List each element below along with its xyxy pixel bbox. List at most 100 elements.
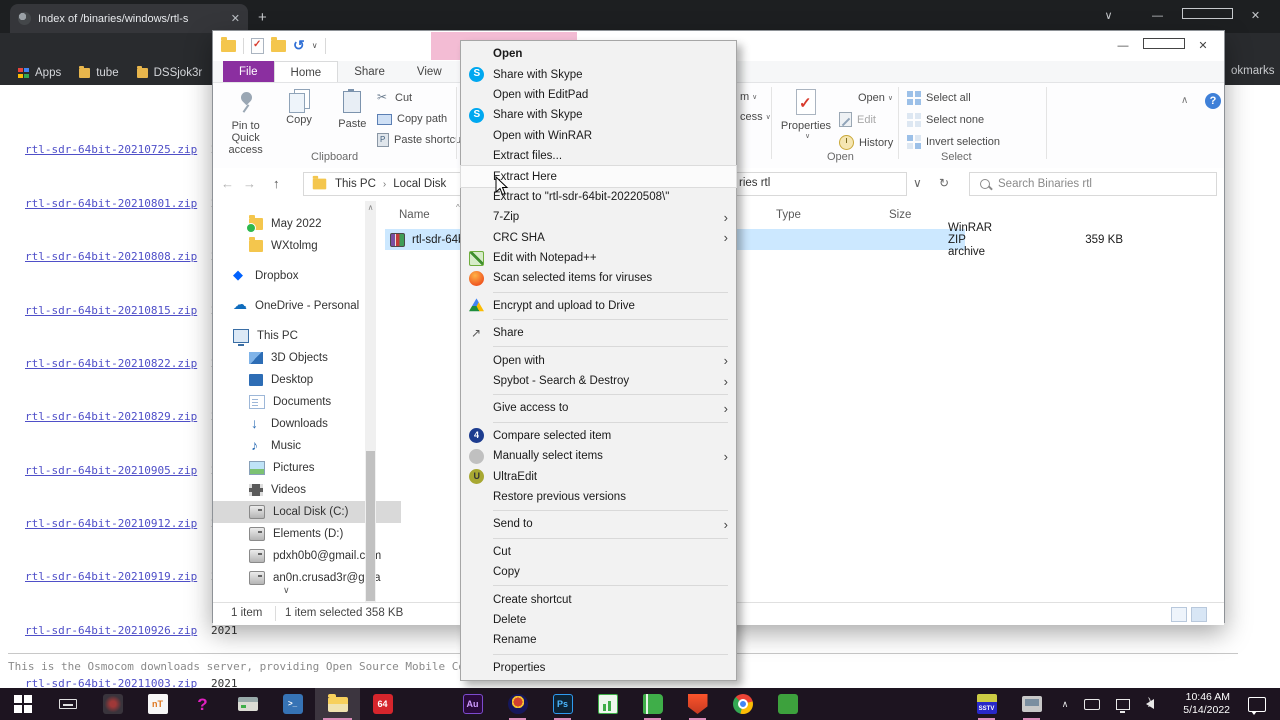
ftp-file-link[interactable]: rtl-sdr-64bit-20210815.zip — [25, 304, 211, 317]
sidebar-scroll-down-icon[interactable]: ∨ — [283, 585, 290, 596]
ribbon-button[interactable]: Copy path — [377, 112, 464, 125]
browser-restore-button[interactable] — [1182, 0, 1231, 33]
breadcrumb-item[interactable]: This PC — [335, 178, 376, 190]
ribbon-button[interactable]: m ∨ — [740, 91, 771, 103]
context-menu-item[interactable]: Copy › — [461, 562, 736, 582]
sidebar-item[interactable]: This PC — [213, 325, 385, 347]
context-menu-item[interactable]: Cut › — [461, 542, 736, 562]
properties-check-icon[interactable] — [251, 38, 264, 54]
other-bookmarks-label[interactable]: okmarks — [1231, 65, 1274, 77]
ribbon-button[interactable]: Paste — [326, 89, 379, 159]
ftp-file-link[interactable]: rtl-sdr-64bit-20210905.zip — [25, 464, 211, 477]
properties-button[interactable]: Properties ∨ — [779, 89, 833, 140]
ftp-file-link[interactable]: rtl-sdr-64bit-20210801.zip — [25, 197, 211, 210]
collapse-ribbon-icon[interactable]: ∧ — [1181, 95, 1188, 106]
volume-icon[interactable] — [1146, 699, 1154, 709]
context-menu-item[interactable]: Share with Skype › — [461, 105, 736, 125]
sidebar-item[interactable]: Dropbox — [213, 265, 385, 287]
breadcrumb-tail[interactable]: ries rtl — [739, 177, 770, 189]
taskbar-app-button[interactable]: SSTV — [964, 688, 1009, 720]
context-menu-item[interactable]: Rename › — [461, 630, 736, 650]
ftp-file-link[interactable]: rtl-sdr-64bit-20210808.zip — [25, 250, 211, 263]
taskbar-app-button[interactable] — [0, 688, 45, 720]
address-dropdown-icon[interactable]: ∨ — [913, 176, 922, 190]
icons-view-toggle[interactable] — [1191, 607, 1207, 622]
taskbar-app-button[interactable] — [45, 688, 90, 720]
taskbar-app-button[interactable]: >_ — [270, 688, 315, 720]
browser-close-button[interactable]: ✕ — [1231, 0, 1280, 33]
ribbon-tab[interactable]: View — [401, 61, 458, 82]
context-menu-item[interactable]: Send to › — [461, 514, 736, 534]
ribbon-button[interactable]: Invert selection — [907, 135, 1000, 149]
context-menu-item[interactable]: UltraEdit › — [461, 466, 736, 486]
context-menu-item[interactable]: Restore previous versions › — [461, 487, 736, 507]
taskbar-app-button[interactable]: Ps — [540, 688, 585, 720]
column-header-type[interactable]: Type — [776, 209, 801, 221]
sidebar-scrollbar[interactable]: ∧ — [365, 201, 376, 602]
search-input[interactable]: Search Binaries rtl — [969, 172, 1217, 196]
context-menu-item[interactable]: 7-Zip › — [461, 207, 736, 227]
customize-toolbar-icon[interactable]: ∨ — [312, 41, 318, 50]
bookmark-item[interactable]: Apps — [18, 67, 61, 79]
ribbon-button[interactable]: Pin to Quick access — [219, 89, 272, 159]
context-menu-item[interactable]: Open with › — [461, 350, 736, 370]
ftp-file-link[interactable]: rtl-sdr-64bit-20210829.zip — [25, 410, 211, 423]
ribbon-button[interactable]: Select none — [907, 113, 1000, 127]
explorer-minimize-button[interactable]: — — [1103, 31, 1143, 61]
nav-back-icon[interactable]: ← — [221, 176, 234, 191]
explorer-maximize-button[interactable] — [1143, 31, 1183, 61]
taskbar-app-button[interactable] — [630, 688, 675, 720]
ribbon-button[interactable]: Edit ∨ — [839, 112, 901, 127]
taskbar-app-button[interactable] — [720, 688, 765, 720]
nav-forward-icon[interactable]: → — [243, 176, 256, 191]
context-menu-item[interactable]: Extract files... › — [461, 146, 736, 166]
ftp-file-link[interactable]: rtl-sdr-64bit-20210822.zip — [25, 357, 211, 370]
ribbon-button[interactable]: Copy — [272, 89, 325, 159]
context-menu-item[interactable]: Share with Skype › — [461, 64, 736, 84]
context-menu-item[interactable]: Create shortcut › — [461, 589, 736, 609]
taskbar-app-button[interactable] — [495, 688, 540, 720]
undo-icon[interactable]: ↺ — [293, 37, 305, 54]
scroll-up-icon[interactable]: ∧ — [366, 203, 375, 212]
context-menu-item[interactable]: Open with EditPad › — [461, 85, 736, 105]
refresh-icon[interactable]: ↻ — [939, 176, 949, 190]
tab-search-icon[interactable]: ∨ — [1084, 0, 1133, 33]
taskbar-app-button[interactable] — [225, 688, 270, 720]
tray-device-icon[interactable] — [1084, 699, 1100, 710]
taskbar-app-button[interactable]: Au — [450, 688, 495, 720]
taskbar-app-button[interactable] — [405, 688, 450, 720]
ribbon-button[interactable]: cess ∨ — [740, 111, 771, 123]
context-menu-item[interactable]: Compare selected item › — [461, 426, 736, 446]
context-menu-item[interactable]: Share › — [461, 323, 736, 343]
help-icon[interactable]: ? — [1205, 93, 1221, 109]
taskbar-app-button[interactable]: ? — [180, 688, 225, 720]
taskbar-app-button[interactable]: 64 — [360, 688, 405, 720]
bookmark-item[interactable]: tube — [79, 67, 118, 79]
ftp-file-link[interactable]: rtl-sdr-64bit-20210919.zip — [25, 570, 211, 583]
taskbar-app-button[interactable] — [675, 688, 720, 720]
context-menu-item[interactable]: Manually select items › — [461, 446, 736, 466]
ribbon-button[interactable]: Paste shortcut — [377, 133, 464, 147]
taskbar-clock[interactable]: 10:46 AM 5/14/2022 — [1168, 691, 1230, 717]
context-menu-item[interactable]: Scan selected items for viruses › — [461, 268, 736, 288]
folder-icon[interactable] — [221, 40, 236, 52]
ftp-file-link[interactable]: rtl-sdr-64bit-20210725.zip — [25, 143, 211, 156]
context-menu-item[interactable]: Open › — [461, 44, 736, 64]
ribbon-tab[interactable]: Home — [274, 61, 339, 82]
ribbon-button[interactable]: Open ∨ — [839, 91, 901, 104]
context-menu-item[interactable]: Encrypt and upload to Drive › — [461, 296, 736, 316]
ribbon-tab[interactable]: Share — [338, 61, 401, 82]
sidebar-item[interactable]: OneDrive - Personal — [213, 295, 385, 317]
bookmark-item[interactable]: DSSjok3r — [137, 67, 203, 79]
taskbar-app-button[interactable] — [1009, 688, 1054, 720]
scrollbar-thumb[interactable] — [366, 451, 375, 601]
ribbon-tab[interactable]: File — [223, 61, 274, 82]
context-menu-item[interactable]: CRC SHA › — [461, 228, 736, 248]
column-header-size[interactable]: Size — [889, 209, 911, 221]
ribbon-button[interactable]: History ∨ — [839, 135, 901, 150]
breadcrumb-item[interactable]: Local Disk — [393, 178, 446, 190]
taskbar-app-button[interactable]: nT — [135, 688, 180, 720]
context-menu-item[interactable]: Give access to › — [461, 398, 736, 418]
details-view-toggle[interactable] — [1171, 607, 1187, 622]
taskbar-app-button[interactable] — [90, 688, 135, 720]
